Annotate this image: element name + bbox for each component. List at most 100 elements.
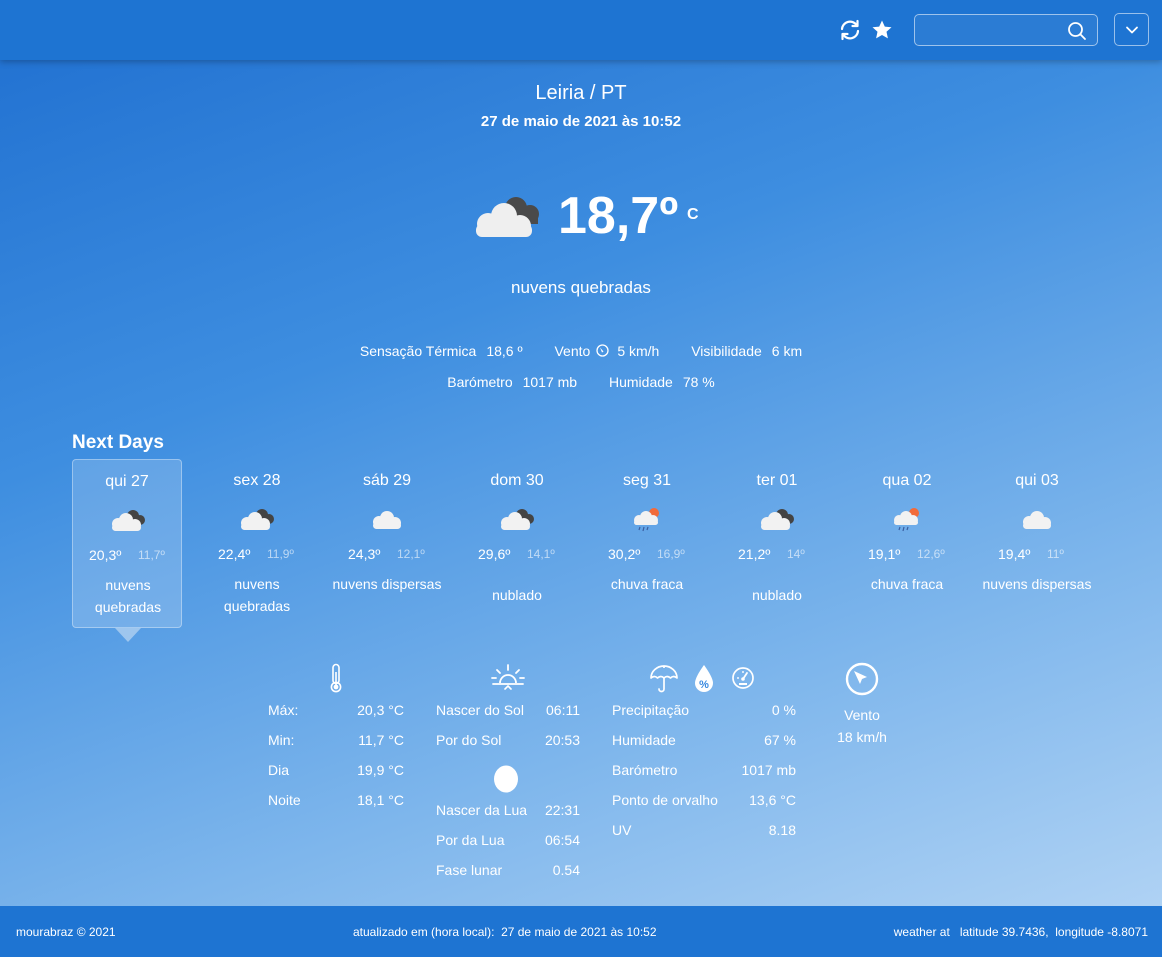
day-max-temp: 24,3º: [348, 546, 381, 562]
humidity-value: 78 %: [682, 374, 715, 390]
barometer-stat: Barómetro 1017 mb: [447, 374, 577, 390]
day-description: nuvens quebradas: [223, 576, 291, 614]
wind-stat: Vento 5 km/h: [554, 343, 659, 359]
umbrella-icon: [650, 665, 678, 693]
sunrise-label: Nascer do Sol: [436, 702, 524, 718]
visibility-label: Visibilidade: [691, 343, 762, 359]
day-name: ter 01: [756, 472, 798, 489]
svg-text:%: %: [699, 679, 709, 691]
temp-min-value: 11,7 °C: [358, 732, 404, 748]
day-name: dom 30: [490, 472, 544, 489]
sunset-value: 20:53: [544, 732, 580, 748]
feels-like-stat: Sensação Térmica 18,6 º: [360, 343, 523, 359]
wind-detail-label: Vento: [844, 707, 880, 723]
day-min-temp: 11,9º: [267, 547, 294, 561]
wind-compass-icon: [845, 662, 879, 696]
day-min-temp: 11º: [1047, 547, 1064, 561]
day-card[interactable]: qui 03 19,4º 11º nuvens dispersas: [982, 459, 1092, 629]
day-name: sáb 29: [362, 472, 412, 489]
day-min-temp: 11,7º: [138, 548, 165, 562]
temp-max-label: Máx:: [268, 702, 299, 718]
day-min-temp: 12,1º: [397, 547, 425, 561]
sunrise-icon: [491, 664, 525, 690]
sunrise-value: 06:11: [546, 702, 580, 718]
day-max-temp: 19,4º: [998, 546, 1031, 562]
next-days-list: qui 27 20,3º 11,7º nuvens quebradas sex 28 22…: [72, 459, 1112, 642]
humidity-icon: %: [695, 665, 713, 692]
updated-label: atualizado em (hora local):: [353, 925, 495, 939]
broken-clouds-icon: [112, 510, 145, 531]
refresh-icon[interactable]: [838, 18, 862, 42]
location-coordinates: weather at latitude 39.7436, longitude -…: [894, 925, 1148, 939]
light-rain-icon: [634, 508, 659, 532]
next-days-title: Next Days: [72, 432, 164, 453]
detail-humidity-value: 67 %: [764, 732, 796, 748]
day-max-temp: 19,1º: [868, 546, 901, 562]
star-icon[interactable]: [870, 18, 894, 42]
day-max-temp: 22,4º: [218, 546, 251, 562]
current-stats-row: Barómetro 1017 mb Humidade 78 %: [0, 374, 1162, 390]
chevron-down-icon: [1126, 26, 1138, 34]
temp-max-value: 20,3 °C: [357, 702, 404, 718]
day-description: nuvens quebradas: [94, 577, 162, 615]
detail-humidity-label: Humidade: [612, 732, 676, 748]
copyright: mourabraz © 2021: [16, 925, 116, 939]
moon-phase-value: 0.54: [552, 862, 580, 878]
gauge-icon: [732, 667, 754, 689]
feels-like-value: 18,6 º: [486, 343, 523, 359]
sunset-label: Por do Sol: [436, 732, 502, 748]
scattered-clouds-icon: [373, 511, 401, 529]
visibility-stat: Visibilidade 6 km: [691, 343, 802, 359]
dew-point-value: 13,6 °C: [749, 792, 796, 808]
top-bar: [0, 0, 1162, 60]
dew-point-label: Ponto de orvalho: [612, 792, 718, 808]
detail-barometer-label: Barómetro: [612, 762, 678, 778]
day-name: qui 03: [1015, 472, 1059, 489]
search-icon[interactable]: [1067, 21, 1087, 41]
day-name: qua 02: [882, 472, 932, 489]
temp-min-label: Min:: [268, 732, 295, 748]
day-card[interactable]: qui 27 20,3º 11,7º nuvens quebradas: [72, 459, 182, 642]
day-max-temp: 29,6º: [478, 546, 511, 562]
moon-phase-label: Fase lunar: [436, 862, 503, 878]
menu-dropdown-button[interactable]: [1114, 13, 1149, 46]
day-name: seg 31: [622, 472, 672, 489]
humidity-label: Humidade: [608, 374, 673, 390]
barometer-label: Barómetro: [447, 374, 513, 390]
day-description: nuvens dispersas: [332, 576, 442, 592]
day-card[interactable]: ter 01 21,2º 14º nublado: [722, 459, 832, 629]
overcast-clouds-icon: [501, 509, 534, 530]
footer: mourabraz © 2021 atualizado em (hora loc…: [0, 906, 1162, 957]
updated-info: atualizado em (hora local): 27 de maio d…: [353, 925, 657, 939]
day-card[interactable]: qua 02 19,1º 12,6º chuva fraca: [852, 459, 962, 629]
broken-clouds-icon: [241, 509, 274, 530]
day-description: chuva fraca: [870, 576, 944, 592]
day-card[interactable]: dom 30 29,6º 14,1º nublado: [462, 459, 572, 629]
uv-value: 8.18: [768, 822, 796, 838]
search-input[interactable]: [923, 20, 1063, 40]
current-temperature: 18,7º: [558, 187, 679, 245]
weather-at-label: weather at: [893, 925, 950, 939]
day-description: chuva fraca: [610, 576, 684, 592]
day-max-temp: 21,2º: [738, 546, 771, 562]
temp-night-value: 18,1 °C: [357, 792, 404, 808]
current-stats-row: Sensação Térmica 18,6 º Vento 5 km/h Visib…: [0, 343, 1162, 359]
detail-barometer-value: 1017 mb: [741, 762, 796, 778]
barometer-value: 1017 mb: [522, 374, 578, 390]
wind-direction-icon: [596, 344, 609, 357]
updated-value: 27 de maio de 2021 às 10:52: [501, 925, 657, 939]
day-min-temp: 16,9º: [657, 547, 685, 561]
day-card[interactable]: sex 28 22,4º 11,9º nuvens quebradas: [202, 459, 312, 629]
moonrise-label: Nascer da Lua: [436, 802, 528, 818]
city-name: Leiria / PT: [535, 82, 627, 104]
current-datetime: 27 de maio de 2021 às 10:52: [480, 113, 682, 130]
thermometer-icon: [330, 663, 342, 693]
day-card[interactable]: seg 31 30,2º 16,9º chuva fraca: [592, 459, 702, 629]
current-condition: nuvens quebradas: [511, 278, 651, 297]
longitude: longitude -8.8071: [1055, 925, 1148, 939]
day-name: qui 27: [105, 473, 149, 490]
day-card[interactable]: sáb 29 24,3º 12,1º nuvens dispersas: [332, 459, 442, 629]
overcast-clouds-icon: [761, 509, 794, 530]
day-min-temp: 12,6º: [917, 547, 945, 561]
scattered-clouds-icon: [1023, 511, 1051, 529]
